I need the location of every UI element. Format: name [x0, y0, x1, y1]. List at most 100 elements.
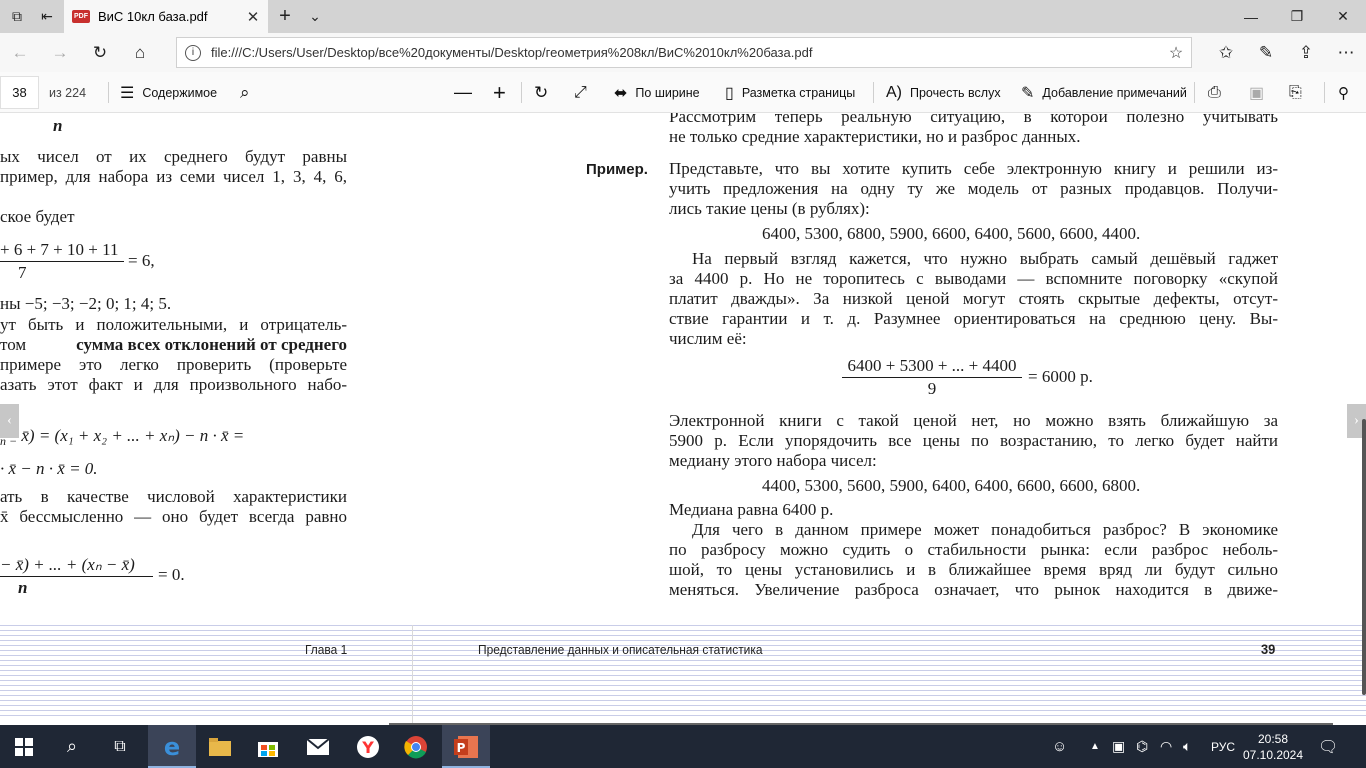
text-line: том сумма всех отклонений от среднего — [0, 335, 347, 355]
equation-fragment: x̄) = (x₁ + x₂ + ... + xₙ) − n · x̄ = — [21, 426, 245, 445]
bold-phrase: сумма всех отклонений от среднего — [76, 335, 347, 354]
pin-toolbar-icon[interactable]: ⚲ — [1338, 72, 1349, 113]
tab-list-chevron-icon[interactable]: ⌄ — [298, 0, 332, 33]
more-icon[interactable]: ⋯ — [1328, 37, 1364, 68]
action-center-icon[interactable]: 🗨︎ — [1318, 725, 1338, 768]
text-line: пример, для набора из семи чисел 1, 3, 4… — [0, 167, 347, 186]
close-window-icon[interactable]: ✕ — [1320, 0, 1366, 33]
pdf-toolbar: 38 из 224 ☰ Содержимое ⌕ — + ↻ ⤢ ⬌ По ши… — [0, 72, 1366, 113]
restore-icon[interactable]: ❐ — [1274, 0, 1320, 33]
text-line: Электронной книги с такой ценой нет, но … — [669, 411, 1278, 430]
list-icon: ☰ — [120, 84, 135, 102]
median-line: Медиана равна 6400 р. — [669, 500, 834, 519]
fraction-line — [0, 576, 153, 577]
language-indicator[interactable]: РУС — [1211, 725, 1235, 768]
tab-title: ВиС 10кл база.pdf — [98, 9, 208, 24]
new-tab-icon[interactable]: + — [268, 0, 302, 33]
add-notes-button[interactable]: ✎ Добавление примечаний — [1021, 72, 1187, 113]
pdf-document-view[interactable]: n ых чисел от их среднего будут равны пр… — [0, 113, 1366, 725]
people-icon[interactable]: ☺ — [1052, 725, 1067, 768]
refresh-icon[interactable]: ↻ — [82, 37, 118, 68]
address-bar[interactable]: i file:///C:/Users/User/Desktop/все%20до… — [176, 37, 1192, 68]
sorted-prices-list: 4400, 5300, 5600, 5900, 6400, 6400, 6600… — [762, 476, 1141, 495]
store-icon[interactable] — [244, 725, 292, 768]
volume-icon[interactable]: 🔈︎ — [1183, 725, 1191, 768]
edge-browser-icon[interactable]: e — [148, 725, 196, 768]
text-fragment: том — [0, 335, 27, 354]
print-icon[interactable]: ⎙ — [1208, 72, 1221, 113]
wifi-icon[interactable]: ◠ — [1160, 725, 1172, 768]
favorite-star-icon[interactable]: ☆ — [1161, 43, 1191, 63]
contents-label: Содержимое — [142, 85, 218, 100]
clock[interactable]: 20:58 07.10.2024 — [1240, 731, 1306, 763]
share-icon[interactable]: ⇪ — [1288, 37, 1324, 68]
page-footer: Глава 1 Представление данных и описатель… — [0, 625, 1366, 725]
footer-section: Представление данных и описательная стат… — [478, 642, 763, 657]
yandex-browser-icon[interactable]: Y — [344, 725, 392, 768]
text-line: за 4400 р. Но не торопитесь с выводами —… — [669, 269, 1278, 288]
text-line: x̄ бессмысленно — оно будет всегда равно — [0, 507, 347, 526]
text-line: 5900 р. Если упорядочить все цены по воз… — [669, 431, 1278, 450]
search-icon[interactable]: ⌕ — [240, 72, 250, 113]
task-view-icon[interactable]: ⧉ — [96, 725, 144, 768]
previous-page-arrow-icon[interactable]: ‹ — [0, 404, 19, 438]
text-line: ать в качестве числовой характеристики — [0, 487, 347, 506]
formula-denominator: n — [53, 116, 63, 135]
read-aloud-button[interactable]: A) Прочесть вслух — [886, 72, 1001, 113]
site-info-icon[interactable]: i — [185, 44, 201, 61]
text-line: Представьте, что вы хотите купить себе э… — [669, 159, 1278, 178]
home-icon[interactable]: ⌂ — [122, 37, 158, 68]
chrome-icon[interactable] — [392, 725, 440, 768]
prices-list: 6400, 5300, 6800, 5900, 6600, 6400, 5600… — [762, 224, 1141, 243]
notification-app-icon[interactable]: ▣ — [1112, 725, 1125, 768]
formula-numerator: 6400 + 5300 + ... + 4400 — [847, 356, 1017, 375]
powerpoint-icon[interactable]: P — [442, 725, 490, 768]
divider — [1324, 82, 1325, 103]
search-icon[interactable]: ⌕ — [48, 725, 96, 768]
text-line: ствие гарантии и т. д. Разумнее ориентир… — [669, 309, 1278, 328]
file-explorer-icon[interactable] — [196, 725, 244, 768]
show-hidden-icons-chevron-icon[interactable]: ▲ — [1090, 725, 1100, 768]
contents-button[interactable]: ☰ Содержимое — [120, 72, 217, 113]
tab-strip: ⧉ ⇤ PDF ВиС 10кл база.pdf ✕ + ⌄ — ❐ ✕ — [0, 0, 1366, 33]
text-line: ское будет — [0, 207, 75, 226]
address-text[interactable]: file:///C:/Users/User/Desktop/все%20доку… — [211, 45, 1161, 60]
page-number-input[interactable]: 38 — [0, 76, 39, 109]
pdf-icon: PDF — [72, 10, 90, 23]
network-icon[interactable]: ⌬ — [1136, 725, 1148, 768]
formula-denominator: 9 — [927, 379, 937, 398]
minimize-icon[interactable]: — — [1228, 0, 1274, 33]
set-aside-tabs-icon[interactable]: ⇤ — [30, 0, 64, 33]
mail-icon[interactable] — [294, 725, 342, 768]
start-windows-icon[interactable] — [0, 725, 48, 768]
svg-text:P: P — [457, 741, 466, 755]
vertical-scrollbar[interactable] — [1362, 419, 1366, 695]
formula-numerator: − x̄) + ... + (xₙ − x̄) — [0, 555, 135, 574]
page-separator — [412, 625, 413, 725]
zoom-in-icon[interactable]: + — [493, 72, 506, 113]
fit-width-button[interactable]: ⬌ По ширине — [614, 72, 700, 113]
tab-active[interactable]: PDF ВиС 10кл база.pdf ✕ — [64, 0, 268, 33]
formula-denominator: 7 — [18, 263, 27, 282]
save-as-icon[interactable]: ⎘ — [1289, 72, 1302, 113]
back-icon[interactable]: ← — [2, 37, 38, 68]
fullscreen-icon[interactable]: ⤢ — [574, 72, 587, 113]
fit-width-icon: ⬌ — [614, 84, 628, 102]
text-line: ут быть и положительными, и отрицатель- — [0, 315, 347, 334]
zoom-out-icon[interactable]: — — [454, 72, 472, 113]
formula-numerator: + 6 + 7 + 10 + 11 — [0, 240, 119, 259]
close-tab-icon[interactable]: ✕ — [238, 8, 268, 26]
text-line: не только средние характеристики, но и р… — [669, 127, 1081, 146]
divider — [108, 82, 109, 103]
text-line: Рассмотрим теперь реальную ситуацию, в к… — [669, 113, 1278, 126]
notes-pen-icon[interactable]: ✎ — [1248, 37, 1284, 68]
tab-actions-icon[interactable]: ⧉ — [0, 0, 34, 33]
rotate-icon[interactable]: ↻ — [534, 72, 548, 113]
favorites-icon[interactable]: ✩ — [1208, 37, 1244, 68]
page-layout-button[interactable]: ▯ Разметка страницы — [725, 72, 855, 113]
formula-result: = 6, — [128, 251, 155, 270]
text-line: лись такие цены (в рублях): — [669, 199, 870, 218]
save-icon[interactable]: ▣ — [1249, 72, 1264, 113]
footer-chapter: Глава 1 — [305, 642, 348, 657]
forward-icon[interactable]: → — [42, 37, 78, 68]
